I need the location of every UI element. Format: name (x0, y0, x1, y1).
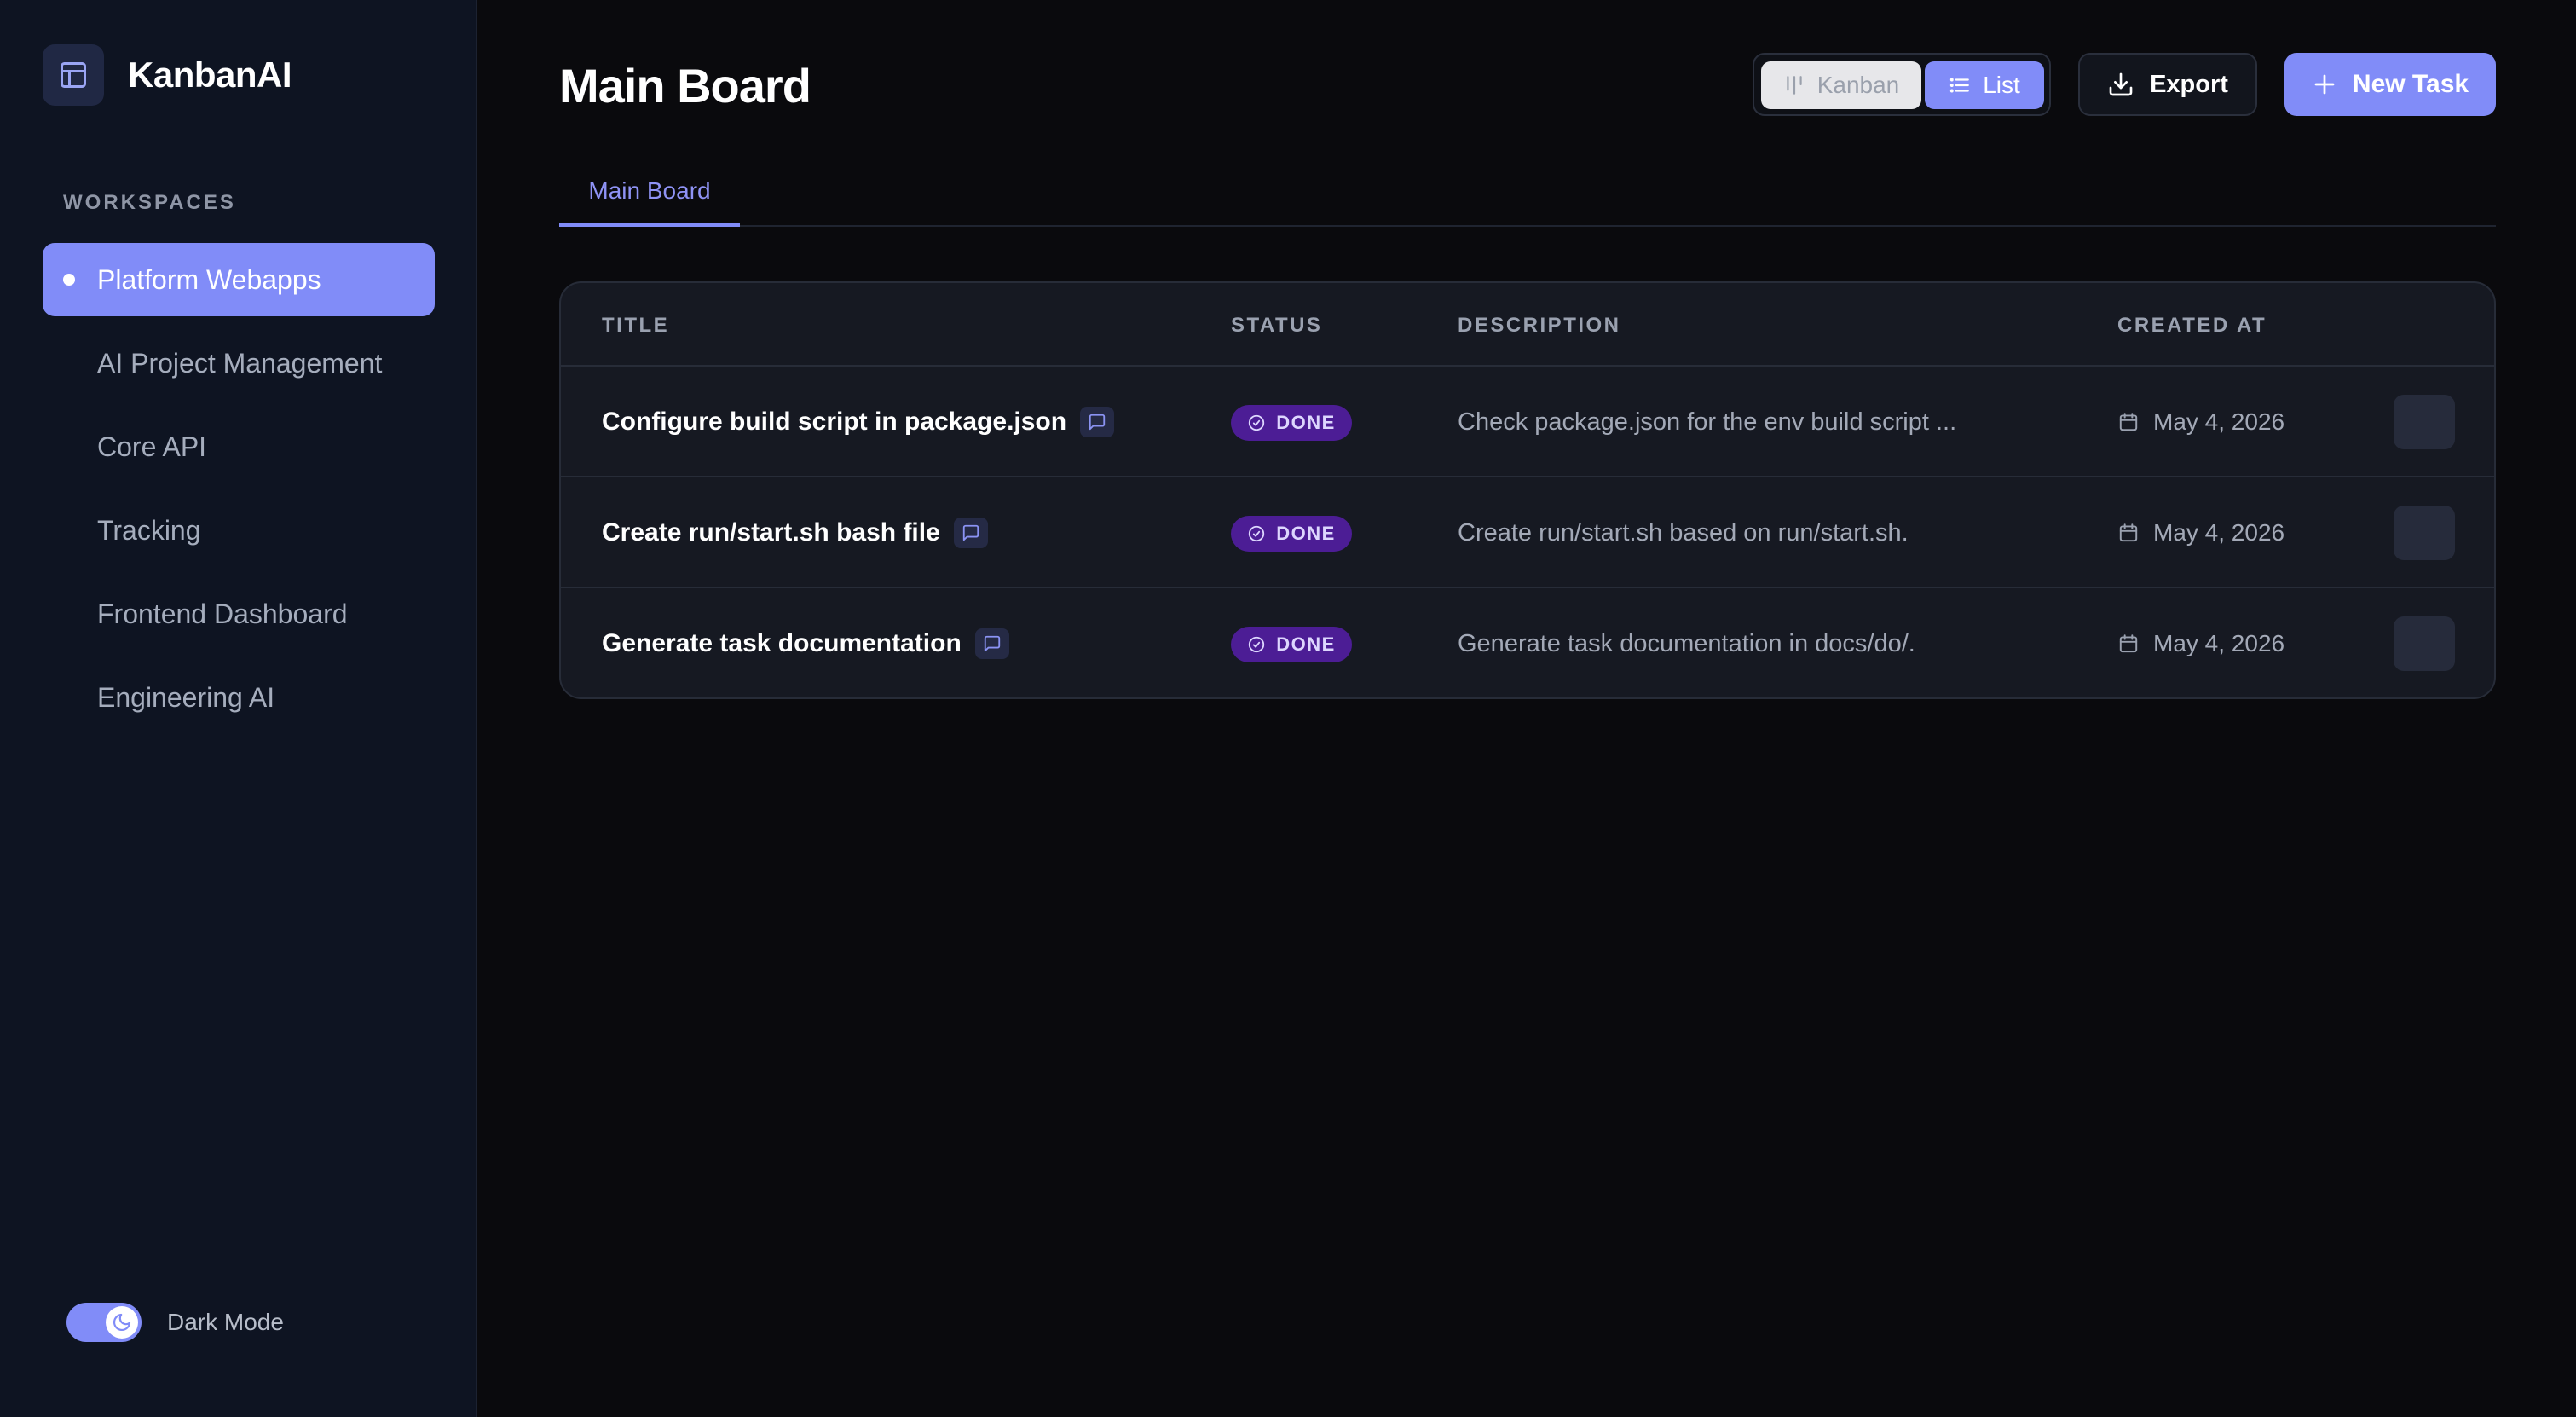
export-button[interactable]: Export (2078, 53, 2257, 116)
column-header-description[interactable]: DESCRIPTION (1458, 314, 1621, 338)
check-circle-icon (1249, 636, 1265, 653)
kanban-view-button[interactable]: Kanban (1761, 61, 1921, 109)
export-label: Export (2150, 70, 2228, 98)
active-dot-icon (63, 274, 75, 286)
created-at-cell: May 4, 2026 (2117, 588, 2285, 697)
task-title[interactable]: Configure build script in package.json (602, 408, 1066, 437)
sidebar-item-label: AI Project Management (97, 347, 383, 379)
status-label: DONE (1276, 523, 1336, 544)
calendar-icon (2119, 634, 2138, 653)
brand-name: KanbanAI (128, 55, 292, 95)
sidebar-item-platform-webapps[interactable]: Platform Webapps (43, 243, 435, 316)
workspaces-heading: WORKSPACES (63, 191, 236, 214)
comment-icon[interactable] (974, 628, 1009, 659)
column-header-title[interactable]: TITLE (602, 314, 669, 338)
created-at-date: May 4, 2026 (2153, 408, 2285, 435)
calendar-icon (2119, 523, 2138, 542)
new-task-label: New Task (2352, 70, 2469, 98)
status-label: DONE (1276, 412, 1336, 433)
created-at-cell: May 4, 2026 (2117, 477, 2284, 588)
task-description: Generate task documentation in docs/do/. (1458, 629, 1915, 657)
table-row[interactable]: Create run/start.sh bash file DONE Creat… (561, 477, 2494, 588)
task-title-cell: Configure build script in package.json (602, 367, 1115, 477)
list-view-button[interactable]: List (1925, 61, 2044, 109)
comment-icon[interactable] (953, 518, 988, 548)
sidebar-item-frontend-dashboard[interactable]: Frontend Dashboard (43, 577, 435, 651)
sidebar-item-label: Frontend Dashboard (97, 598, 348, 629)
created-at-cell: May 4, 2026 (2117, 367, 2284, 477)
view-switch: Kanban List (1753, 53, 2051, 116)
comment-icon[interactable] (1080, 407, 1115, 437)
column-header-status[interactable]: STATUS (1231, 314, 1322, 338)
new-task-button[interactable]: New Task (2284, 53, 2496, 116)
check-circle-icon (1249, 414, 1265, 431)
status-badge: DONE (1231, 627, 1352, 662)
sidebar-item-engineering-ai[interactable]: Engineering AI (43, 661, 435, 734)
table-row[interactable]: Configure build script in package.json D… (561, 367, 2494, 477)
task-title[interactable]: Generate task documentation (602, 629, 962, 658)
page-title: Main Board (559, 59, 811, 113)
created-at-date: May 4, 2026 (2153, 519, 2285, 546)
task-description: Create run/start.sh based on run/start.s… (1458, 518, 1909, 547)
row-action-button[interactable] (2394, 506, 2455, 560)
status-badge: DONE (1231, 516, 1352, 552)
sidebar-item-core-api[interactable]: Core API (43, 410, 435, 483)
workspace-list: Platform Webapps AI Project Management C… (43, 243, 435, 744)
plus-icon (2314, 74, 2335, 95)
task-title-cell: Create run/start.sh bash file (602, 477, 988, 588)
created-at-date: May 4, 2026 (2153, 630, 2285, 656)
dark-mode-label: Dark Mode (167, 1309, 284, 1335)
column-header-created-at[interactable]: CREATED AT (2117, 314, 2267, 338)
tab-main-board[interactable]: Main Board (559, 159, 740, 227)
sidebar-item-label: Engineering AI (97, 681, 275, 713)
dark-mode-control: Dark Mode (66, 1303, 284, 1342)
layout-icon (43, 44, 104, 106)
status-label: DONE (1276, 633, 1336, 655)
brand[interactable]: KanbanAI (43, 44, 292, 106)
sidebar-item-label: Tracking (97, 514, 201, 546)
sidebar-item-ai-project-management[interactable]: AI Project Management (43, 327, 435, 400)
calendar-icon (2119, 413, 2138, 431)
sidebar-item-label: Core API (97, 431, 207, 462)
list-view-label: List (1983, 72, 2020, 98)
task-title-cell: Generate task documentation (602, 588, 1009, 697)
row-action-button[interactable] (2394, 616, 2455, 671)
app-root: KanbanAI WORKSPACES Platform Webapps AI … (0, 0, 2576, 1417)
download-icon (2109, 72, 2133, 96)
sidebar: KanbanAI WORKSPACES Platform Webapps AI … (0, 0, 477, 1417)
task-table: TITLE STATUS DESCRIPTION CREATED AT Conf… (559, 281, 2496, 699)
task-description: Check package.json for the env build scr… (1458, 408, 1957, 436)
sidebar-item-tracking[interactable]: Tracking (43, 494, 435, 567)
sidebar-item-label: Platform Webapps (97, 263, 321, 295)
board-tabs: Main Board (559, 159, 2496, 227)
status-badge: DONE (1231, 405, 1352, 441)
row-action-button[interactable] (2394, 395, 2455, 449)
kanban-icon (1787, 76, 1802, 95)
moon-icon (106, 1306, 138, 1339)
kanban-view-label: Kanban (1816, 72, 1900, 98)
list-icon (1950, 78, 1970, 93)
task-title[interactable]: Create run/start.sh bash file (602, 518, 940, 547)
table-row[interactable]: Generate task documentation DONE Generat… (561, 588, 2494, 697)
check-circle-icon (1249, 525, 1265, 542)
dark-mode-toggle[interactable] (66, 1303, 142, 1342)
table-header: TITLE STATUS DESCRIPTION CREATED AT (561, 283, 2494, 367)
